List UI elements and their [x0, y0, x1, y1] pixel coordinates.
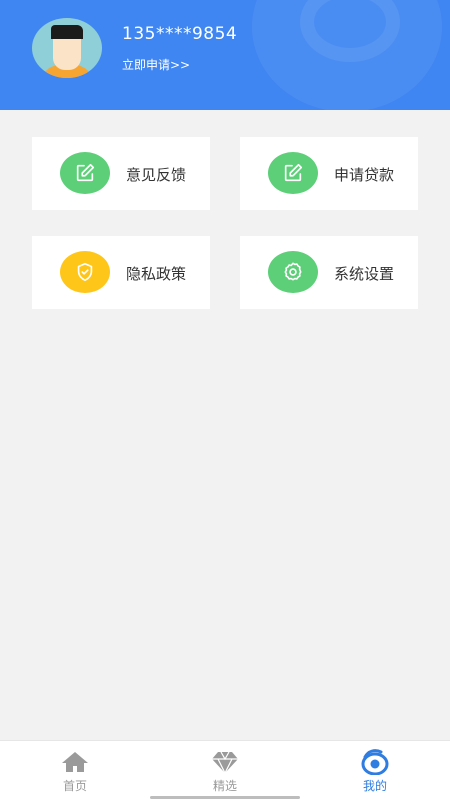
tab-home[interactable]: 首页	[0, 741, 150, 800]
menu-item-feedback[interactable]: 意见反馈	[32, 137, 210, 210]
diamond-icon	[210, 749, 240, 775]
tab-profile[interactable]: 我的	[300, 741, 450, 800]
tab-label: 首页	[62, 779, 87, 793]
menu-item-privacy-policy[interactable]: 隐私政策	[32, 236, 210, 309]
shield-icon	[60, 251, 110, 293]
menu-item-label: 申请贷款	[334, 166, 395, 184]
menu-item-label: 意见反馈	[126, 166, 187, 184]
menu-item-apply-loan[interactable]: 申请贷款	[240, 137, 418, 210]
avatar[interactable]	[32, 18, 102, 78]
user-phone: 135****9854	[122, 24, 238, 44]
gear-icon	[268, 251, 318, 293]
menu-item-system-settings[interactable]: 系统设置	[240, 236, 418, 309]
profile-header: 135****9854 立即申请>>	[0, 0, 450, 110]
edit-icon	[268, 152, 318, 194]
home-indicator	[150, 796, 300, 799]
edit-icon	[60, 152, 110, 194]
tab-label: 我的	[362, 779, 387, 793]
bottom-tab-bar: 首页 精选 我的	[0, 740, 450, 800]
tab-label: 精选	[212, 779, 237, 793]
profile-icon	[360, 749, 390, 775]
apply-now-link[interactable]: 立即申请>>	[122, 56, 190, 73]
menu-item-label: 系统设置	[334, 265, 395, 283]
menu-item-label: 隐私政策	[126, 265, 187, 283]
tab-featured[interactable]: 精选	[150, 741, 300, 800]
home-icon	[60, 749, 90, 775]
